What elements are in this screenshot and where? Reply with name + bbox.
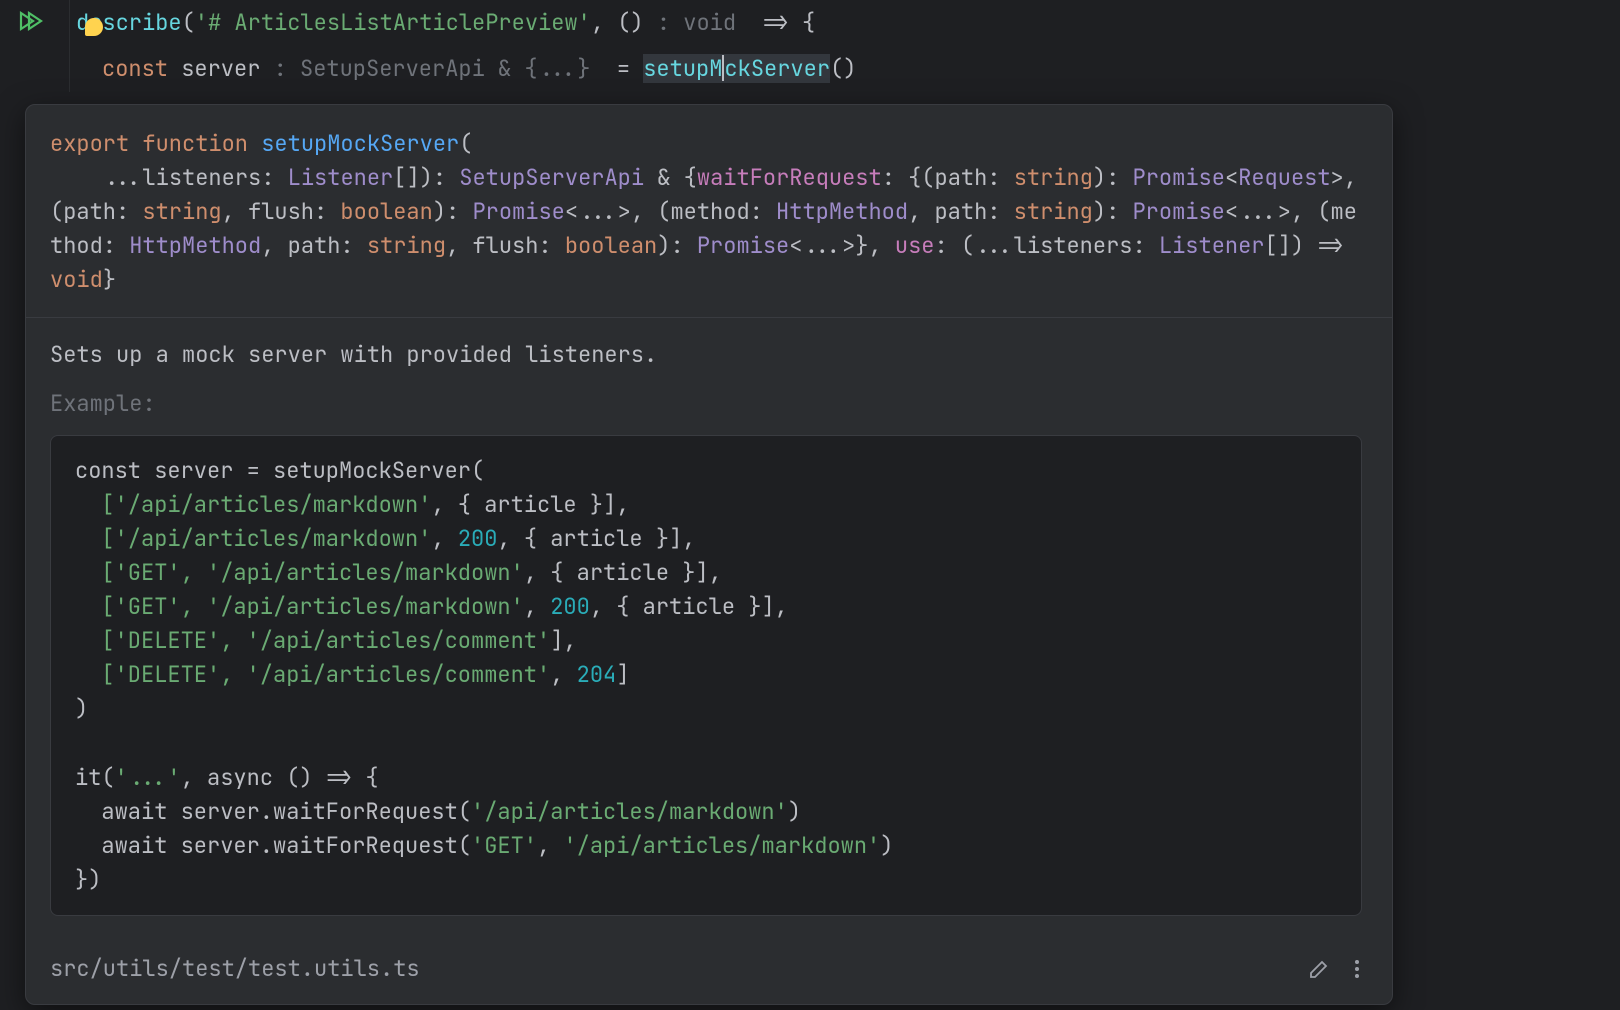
- run-all-icon[interactable]: [18, 10, 44, 36]
- gutter: [0, 46, 70, 92]
- symbol-setupMockServer[interactable]: setupMckServer: [643, 54, 830, 83]
- pencil-icon[interactable]: [1308, 958, 1330, 980]
- doc-description: Sets up a mock server with provided list…: [50, 338, 1368, 372]
- quick-documentation-popup: export function setupMockServer( ...list…: [25, 104, 1393, 1005]
- gutter: [0, 0, 70, 46]
- example-label: Example:: [50, 387, 1368, 421]
- divider: [26, 317, 1392, 318]
- editor-line-2[interactable]: const server : SetupServerApi & {...} = …: [0, 46, 1620, 92]
- popup-footer: src/utils/test/test.utils.ts: [50, 938, 1368, 1004]
- source-path[interactable]: src/utils/test/test.utils.ts: [50, 952, 1308, 986]
- code-line-2: const server : SetupServerApi & {...} = …: [70, 46, 856, 92]
- more-vertical-icon[interactable]: [1352, 958, 1362, 980]
- lightbulb-icon[interactable]: [85, 18, 103, 36]
- editor-line-1[interactable]: describe('# ArticlesListArticlePreview',…: [0, 0, 1620, 46]
- example-code[interactable]: const server = setupMockServer( ['/api/a…: [50, 435, 1362, 916]
- code-line-1: describe('# ArticlesListArticlePreview',…: [70, 0, 815, 46]
- signature-block: export function setupMockServer( ...list…: [50, 127, 1368, 297]
